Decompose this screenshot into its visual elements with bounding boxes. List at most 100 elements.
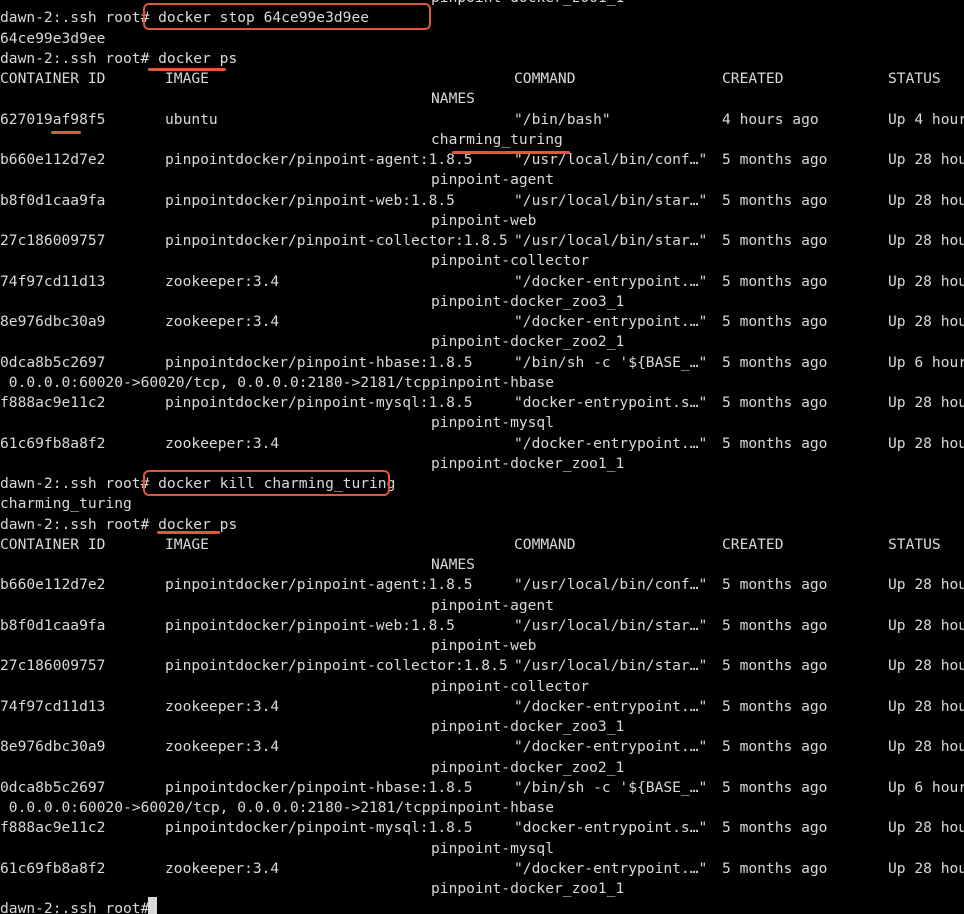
terminal-line: 74f97cd11d13 zookeeper:3.4 "/docker-entryp… (0, 272, 964, 292)
terminal-col-names: pinpoint-mysql (431, 414, 555, 432)
terminal-col-status: Up 28 hou (888, 151, 964, 168)
terminal-line: pinpoint-docker_zoo2_1 (0, 758, 964, 778)
terminal-line: b8f0d1caa9fa pinpointdocker/pinpoint-web:… (0, 191, 964, 211)
terminal-line: CONTAINER ID IMAGE COMMAND CREATED STATUS (0, 69, 964, 89)
terminal-col-3: "/usr/local/bin/conf…" (514, 576, 708, 594)
terminal-col-2: pinpointdocker/pinpoint-agent:1.8.5 (165, 151, 473, 168)
terminal-col-2: pinpointdocker/pinpoint-mysql:1.8.5 (165, 394, 473, 411)
terminal-col-2: pinpointdocker/pinpoint-mysql:1.8.5 (165, 819, 473, 837)
terminal-line: pinpoint-collector (0, 677, 964, 697)
terminal-col-2: zookeeper:3.4 (165, 738, 280, 756)
terminal-col-3: "/docker-entrypoint.…" (514, 859, 708, 877)
terminal-col-3: "/usr/local/bin/star…" (514, 657, 708, 675)
terminal-col-1: b660e112d7e2 (0, 576, 106, 594)
terminal-col-status: Up 6 hour (888, 353, 964, 371)
terminal-col-names: pinpoint-mysql (431, 839, 555, 857)
terminal-col-names: pinpoint-hbase (431, 799, 555, 816)
terminal-col-1: 64ce99e3d9ee (0, 29, 106, 47)
terminal-col-created: 5 months ago (722, 819, 828, 837)
terminal-col-created: 5 months ago (722, 859, 828, 877)
underline-docker-ps-1 (148, 68, 226, 71)
underline-docker-ps-2 (157, 531, 220, 534)
terminal-col-2: zookeeper:3.4 (165, 313, 280, 330)
terminal-col-created: 5 months ago (722, 232, 828, 249)
terminal-col-3: "/usr/local/bin/star…" (514, 191, 708, 209)
terminal-line: pinpoint-agent (0, 170, 964, 190)
underline-container-id (51, 131, 81, 134)
terminal-col-created: 5 months ago (722, 576, 828, 594)
terminal-line: pinpoint-docker_zoo3_1 (0, 292, 964, 312)
terminal-col-created: CREATED (722, 535, 784, 553)
terminal-col-3: "docker-entrypoint.s…" (514, 819, 708, 837)
terminal-line: pinpoint-mysql (0, 839, 964, 859)
terminal-line: pinpoint-web (0, 211, 964, 231)
terminal-line: NAMES (0, 89, 964, 109)
terminal-col-status: Up 28 hou (888, 657, 964, 675)
terminal-col-created: 5 months ago (722, 738, 828, 756)
terminal-col-names: pinpoint-agent (431, 596, 555, 614)
terminal-col-3: "/docker-entrypoint.…" (514, 697, 708, 715)
terminal-col-1: CONTAINER ID (0, 70, 106, 87)
terminal-line: pinpoint-docker_zoo3_1 (0, 717, 964, 737)
terminal-col-status: Up 28 hou (888, 313, 964, 330)
terminal-col-status: Up 28 hou (888, 191, 964, 209)
terminal-line: NAMES (0, 555, 964, 575)
terminal-col-created: 5 months ago (722, 697, 828, 715)
terminal-window[interactable]: dawn-2:.ssh root# pinpoint-docker_zoo1_1… (0, 0, 964, 914)
terminal-col-3: "/usr/local/bin/star…" (514, 232, 708, 249)
terminal-col-created: 5 months ago (722, 657, 828, 675)
terminal-line: 8e976dbc30a9 zookeeper:3.4 "/docker-entryp… (0, 312, 964, 332)
terminal-col-names: NAMES (431, 90, 475, 108)
terminal-col-3: "docker-entrypoint.s…" (514, 394, 708, 411)
terminal-col-status: Up 28 hou (888, 576, 964, 594)
terminal-line: pinpoint-docker_zoo1_1 (0, 879, 964, 899)
terminal-col-status: Up 28 hou (888, 434, 964, 452)
terminal-col-created: 5 months ago (722, 394, 828, 411)
terminal-line: charming_turing (0, 130, 964, 150)
terminal-col-1: 0.0.0.0:60020->60020/tcp, 0.0.0.0:2180->… (0, 799, 431, 816)
terminal-col-1: 61c69fb8a8f2 (0, 434, 106, 452)
terminal-col-names: pinpoint-agent (431, 171, 555, 189)
terminal-line: 74f97cd11d13 zookeeper:3.4 "/docker-entryp… (0, 697, 964, 717)
terminal-col-status: Up 28 hou (888, 394, 964, 411)
terminal-line: pinpoint-agent (0, 596, 964, 616)
terminal-col-status: Up 6 hour (888, 778, 964, 796)
terminal-col-3: COMMAND (514, 70, 576, 87)
terminal-col-status: STATUS (888, 70, 941, 87)
terminal-col-1: 27c186009757 (0, 232, 106, 249)
terminal-col-3: "/bin/sh -c '${BASE_…" (514, 778, 708, 796)
terminal-line: 61c69fb8a8f2 zookeeper:3.4 "/docker-entryp… (0, 434, 964, 454)
terminal-col-1: 27c186009757 (0, 657, 106, 675)
terminal-col-status: Up 28 hou (888, 697, 964, 715)
terminal-col-2: pinpointdocker/pinpoint-web:1.8.5 (165, 191, 455, 209)
terminal-col-names: pinpoint-docker_zoo3_1 (431, 292, 625, 310)
terminal-line: 64ce99e3d9ee (0, 29, 964, 49)
terminal-col-created: 5 months ago (722, 434, 828, 452)
terminal-col-2: IMAGE (165, 70, 209, 87)
terminal-line: 0dca8b5c2697 pinpointdocker/pinpoint-hbas… (0, 353, 964, 373)
terminal-col-names: pinpoint-docker_zoo1_1 (431, 454, 625, 472)
terminal-col-names: pinpoint-docker_zoo2_1 (431, 758, 625, 776)
highlight-box-docker-kill (143, 470, 390, 496)
terminal-line: 61c69fb8a8f2 zookeeper:3.4 "/docker-entryp… (0, 859, 964, 879)
terminal-col-2: pinpointdocker/pinpoint-hbase:1.8.5 (165, 353, 473, 371)
terminal-line: CONTAINER ID IMAGE COMMAND CREATED STATUS (0, 535, 964, 555)
terminal-col-names: pinpoint-collector (431, 677, 590, 695)
terminal-col-1: 627019af98f5 (0, 110, 106, 128)
terminal-col-3: "/usr/local/bin/star…" (514, 616, 708, 634)
terminal-col-2: pinpointdocker/pinpoint-collector:1.8.5 (165, 657, 508, 675)
terminal-col-2: zookeeper:3.4 (165, 434, 280, 452)
terminal-col-2: zookeeper:3.4 (165, 859, 280, 877)
terminal-col-names: pinpoint-collector (431, 252, 590, 270)
terminal-line: pinpoint-collector (0, 251, 964, 271)
terminal-col-created: 5 months ago (722, 616, 828, 634)
terminal-col-names: pinpoint-hbase (431, 373, 555, 391)
terminal-col-names: pinpoint-docker_zoo2_1 (431, 333, 625, 351)
terminal-line: f888ac9e11c2 pinpointdocker/pinpoint-mysq… (0, 818, 964, 838)
terminal-col-names: pinpoint-web (431, 637, 537, 654)
terminal-col-2: pinpointdocker/pinpoint-collector:1.8.5 (165, 232, 508, 249)
terminal-col-created: 4 hours ago (722, 110, 819, 128)
terminal-line: 627019af98f5 ubuntu "/bin/bash" 4 hours ago… (0, 110, 964, 130)
terminal-col-created: 5 months ago (722, 191, 828, 209)
terminal-line: f888ac9e11c2 pinpointdocker/pinpoint-mysq… (0, 393, 964, 413)
